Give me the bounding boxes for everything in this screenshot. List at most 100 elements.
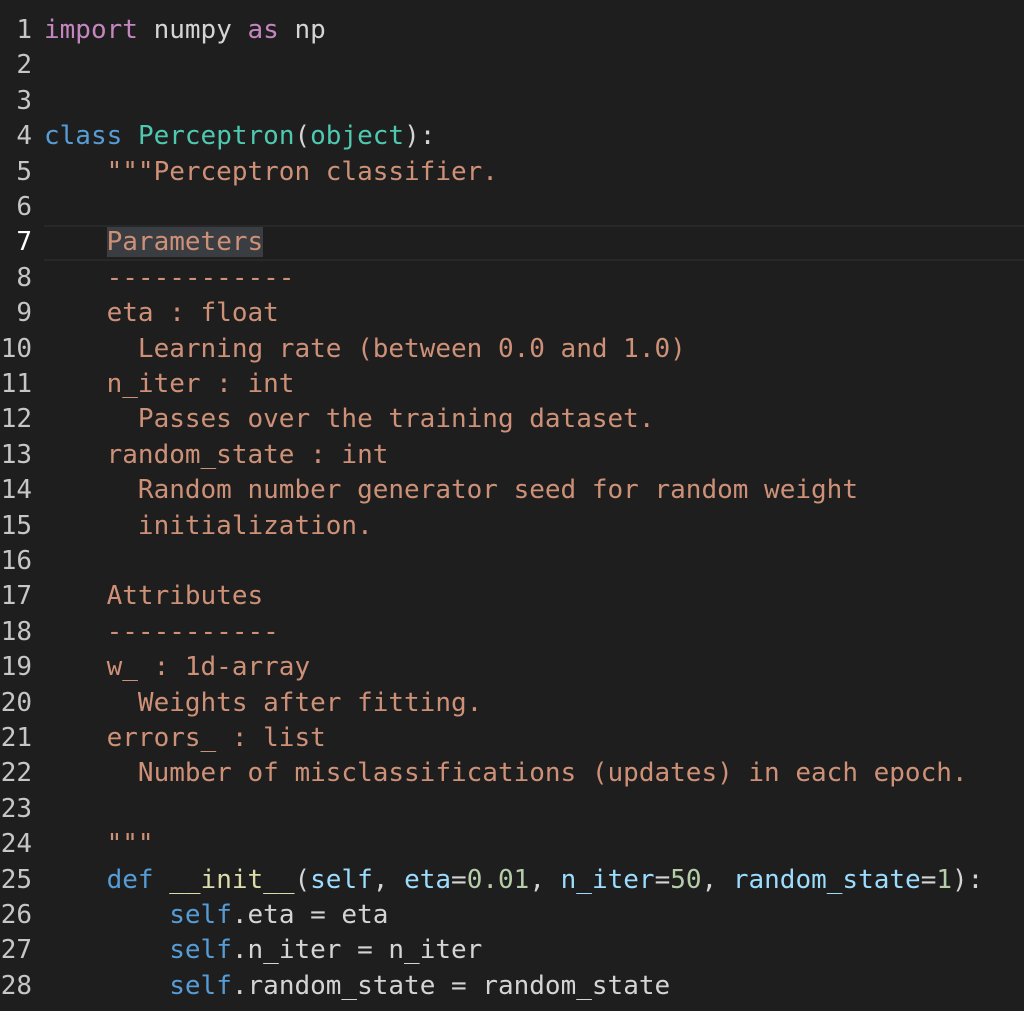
code-line[interactable]: 11 n_iter : int — [0, 367, 1024, 402]
code-text: Attributes — [44, 579, 264, 614]
code-text: Weights after fitting. — [44, 686, 482, 721]
code-line[interactable]: 8 ------------ — [0, 261, 1024, 296]
code-token: , — [529, 864, 561, 895]
code-token: self — [169, 900, 232, 930]
code-token: def — [106, 864, 154, 895]
code-line[interactable]: 14 Random number generator seed for rand… — [0, 473, 1024, 508]
code-line[interactable]: 23 — [0, 792, 1024, 827]
line-number: 11 — [0, 369, 32, 399]
line-number: 23 — [0, 793, 32, 824]
line-number: 13 — [0, 439, 32, 470]
code-token: Passes over the training dataset. — [44, 404, 655, 435]
code-token: """Perceptron classifier. — [44, 156, 498, 187]
line-number: 5 — [16, 156, 32, 187]
code-token: = — [920, 864, 937, 895]
code-line[interactable]: 28 self.random_state = random_state — [0, 969, 1024, 1004]
line-number: 17 — [0, 581, 32, 612]
code-token: n_iter — [560, 864, 655, 895]
line-number: 20 — [0, 687, 32, 718]
code-text: w_ : 1d-array — [44, 650, 311, 685]
line-number: 28 — [0, 970, 32, 1001]
code-line[interactable]: 3 — [0, 84, 1024, 119]
code-line[interactable]: 20 Weights after fitting. — [0, 686, 1024, 721]
line-number: 22 — [0, 758, 32, 789]
code-token: = — [654, 864, 671, 895]
code-token: ----------- — [44, 616, 279, 647]
code-text: ------------ — [44, 261, 295, 296]
code-line[interactable]: 4 class Perceptron(object): — [0, 119, 1024, 154]
code-token: , — [701, 864, 733, 895]
code-token: ): — [952, 864, 984, 895]
code-token: Perceptron — [137, 121, 295, 152]
code-line[interactable]: 26 self.eta = eta — [0, 898, 1024, 933]
code-line[interactable]: 27 self.n_iter = n_iter — [0, 933, 1024, 968]
code-text: ----------- — [44, 615, 279, 650]
code-text: def __init__(self, eta=0.01, n_iter=50, … — [44, 863, 984, 898]
code-line[interactable]: 22 Number of misclassifications (updates… — [0, 756, 1024, 791]
code-token: as — [247, 15, 279, 45]
code-line[interactable]: 10 Learning rate (between 0.0 and 1.0) — [0, 332, 1024, 367]
line-number: 15 — [0, 510, 32, 541]
code-token: Learning rate (between 0.0 and 1.0) — [44, 333, 686, 364]
code-text: class Perceptron(object): — [44, 119, 435, 154]
code-line[interactable]: 15 initialization. — [0, 509, 1024, 544]
code-text: Random number generator seed for random … — [44, 473, 858, 508]
code-line[interactable]: 25 def __init__(self, eta=0.01, n_iter=5… — [0, 863, 1024, 898]
code-line[interactable]: 6 — [0, 190, 1024, 225]
code-line[interactable]: 24 """ — [0, 827, 1024, 862]
code-text: self.random_state = random_state — [44, 969, 670, 1004]
line-number: 21 — [0, 723, 32, 753]
code-line[interactable]: 17 Attributes — [0, 579, 1024, 614]
line-number: 8 — [16, 262, 32, 293]
code-line[interactable]: 1 import numpy as np — [0, 13, 1024, 48]
code-token: n_iter : int — [44, 369, 295, 399]
code-token: .random_state = random_state — [231, 970, 671, 1001]
code-line[interactable]: 2 — [0, 48, 1024, 83]
code-text: random_state : int — [44, 438, 389, 473]
line-number: 26 — [0, 900, 32, 930]
code-token: ( — [294, 864, 311, 895]
line-number: 9 — [16, 298, 32, 329]
code-text: self.n_iter = n_iter — [44, 933, 482, 968]
code-token: Weights after fitting. — [44, 687, 483, 718]
code-token: , — [372, 864, 405, 895]
code-token: self — [310, 864, 373, 895]
line-number: 6 — [16, 192, 32, 222]
code-token: ): — [404, 121, 436, 152]
line-number: 18 — [0, 616, 32, 647]
code-token: eta : float — [44, 298, 279, 329]
code-token: random_state : int — [44, 439, 389, 470]
code-line[interactable]: 21 errors_ : list — [0, 721, 1024, 756]
line-number: 10 — [0, 333, 32, 364]
code-token: object — [310, 121, 405, 152]
code-line[interactable]: 13 random_state : int — [0, 438, 1024, 473]
code-line[interactable]: 9 eta : float — [0, 296, 1024, 331]
line-number: 25 — [0, 864, 32, 895]
code-line[interactable]: 18 ----------- — [0, 615, 1024, 650]
code-token: import — [44, 15, 138, 45]
line-number: 27 — [0, 935, 32, 966]
code-line[interactable]: 12 Passes over the training dataset. — [0, 402, 1024, 437]
code-editor[interactable]: 1 import numpy as np 2 3 4 class Perceptron(o… — [0, 0, 1024, 1011]
line-number: 7 — [16, 227, 32, 258]
code-text: """ — [44, 827, 154, 862]
code-token: ( — [294, 121, 311, 152]
code-line[interactable]: 7 Parameters — [0, 225, 1024, 262]
code-line[interactable]: 19 w_ : 1d-array — [0, 650, 1024, 685]
code-token: numpy — [137, 15, 248, 45]
line-number: 24 — [0, 829, 32, 860]
code-token: Random number generator seed for random … — [44, 475, 858, 506]
code-token: = — [451, 864, 467, 895]
code-text: Parameters — [44, 225, 264, 260]
line-number: 2 — [16, 50, 32, 81]
code-token: w_ : 1d-array — [44, 652, 311, 683]
line-number: 4 — [16, 121, 32, 152]
line-number: 3 — [16, 85, 32, 116]
code-line[interactable]: 5 """Perceptron classifier. — [0, 155, 1024, 190]
code-line[interactable]: 16 — [0, 544, 1024, 579]
